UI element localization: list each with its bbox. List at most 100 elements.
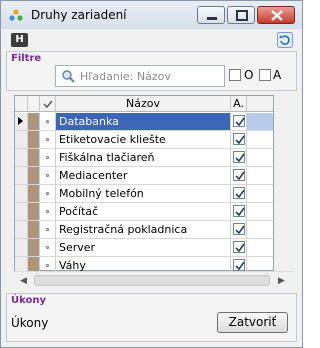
device-type-name[interactable]: Databanka (56, 113, 231, 130)
row-indicator[interactable] (15, 239, 28, 256)
device-type-name[interactable]: Registračná pokladnica (56, 221, 231, 238)
bullet-icon (46, 120, 49, 123)
row-indicator[interactable] (15, 221, 28, 238)
device-type-name[interactable]: Počítač (56, 203, 231, 220)
bullet-icon (46, 210, 49, 213)
filter-a-checkbox[interactable] (259, 69, 271, 81)
bullet-icon (46, 138, 49, 141)
checkmark-icon (235, 207, 245, 217)
table-row[interactable]: Mediacenter (15, 167, 273, 185)
bullet-icon (46, 246, 49, 249)
filter-a-label: A (273, 68, 282, 82)
app-icon (9, 9, 23, 21)
actions-caption: Úkony (11, 316, 49, 330)
row-filler-cell (247, 113, 273, 130)
row-color-stripe (28, 239, 40, 256)
table-row[interactable]: Fiškálna tlačiareň (15, 149, 273, 167)
checkbox-box[interactable] (233, 241, 245, 253)
row-filler-cell (247, 185, 273, 202)
minimize-button[interactable] (197, 6, 225, 24)
checkbox-box[interactable] (233, 187, 245, 199)
row-bullet (40, 221, 56, 238)
search-input[interactable]: Hľadanie: Názov (55, 65, 225, 87)
row-indicator[interactable] (15, 131, 28, 148)
actions-section-label: Úkony (11, 295, 47, 306)
active-checkbox[interactable] (231, 167, 247, 184)
table-row[interactable]: Mobilný telefón (15, 185, 273, 203)
row-indicator[interactable] (15, 167, 28, 184)
row-color-stripe (28, 203, 40, 220)
checkbox-box[interactable] (233, 223, 245, 235)
active-checkbox[interactable] (231, 203, 247, 220)
dialog-window: Druhy zariadení H Filtre Hľadanie: Názov… (0, 0, 303, 348)
maximize-icon (236, 10, 248, 21)
active-checkbox[interactable] (231, 239, 247, 256)
title-bar[interactable]: Druhy zariadení (1, 1, 302, 29)
bullet-icon (46, 174, 49, 177)
row-bullet (40, 113, 56, 130)
table-row[interactable]: Databanka (15, 113, 273, 131)
row-bullet (40, 203, 56, 220)
active-checkbox[interactable] (231, 185, 247, 202)
row-filler-cell (247, 167, 273, 184)
row-bullet (40, 149, 56, 166)
header-stripe-cell (28, 96, 40, 112)
help-button[interactable]: H (11, 33, 28, 47)
checkbox-box[interactable] (233, 259, 245, 271)
checkmark-icon (235, 171, 245, 181)
refresh-icon[interactable] (277, 32, 293, 48)
checkmark-icon (235, 135, 245, 145)
active-checkbox[interactable] (231, 221, 247, 238)
filter-section-label: Filtre (11, 53, 42, 64)
row-indicator[interactable] (15, 113, 28, 130)
device-type-name[interactable]: Etiketovacie kliešte (56, 131, 231, 148)
row-indicator[interactable] (15, 203, 28, 220)
header-check-cell[interactable] (40, 96, 56, 112)
active-checkbox[interactable] (231, 131, 247, 148)
checkbox-box[interactable] (233, 133, 245, 145)
window-title: Druhy zariadení (31, 8, 127, 22)
checkbox-box[interactable] (233, 151, 245, 163)
checkbox-box[interactable] (233, 115, 245, 127)
table-row[interactable]: Server (15, 239, 273, 257)
scroll-left-icon[interactable]: ◀ (20, 276, 27, 286)
row-bullet (40, 185, 56, 202)
filter-o-label: O (244, 68, 254, 82)
table-row[interactable]: Počítač (15, 203, 273, 221)
checkmark-icon (235, 243, 245, 253)
checkbox-box[interactable] (233, 205, 245, 217)
device-type-name[interactable]: Server (56, 239, 231, 256)
checkmark-icon (43, 100, 53, 109)
maximize-button[interactable] (227, 6, 255, 24)
close-window-button[interactable] (257, 6, 295, 24)
device-type-name[interactable]: Fiškálna tlačiareň (56, 149, 231, 166)
row-color-stripe (28, 221, 40, 238)
table-header: Názov A. (15, 96, 273, 112)
horizontal-scrollbar[interactable]: ◀ ▶ (14, 271, 294, 288)
row-color-stripe (28, 113, 40, 130)
table-row[interactable]: Etiketovacie kliešte (15, 131, 273, 149)
row-indicator[interactable] (15, 149, 28, 166)
row-indicator[interactable] (15, 185, 28, 202)
bullet-icon (46, 228, 49, 231)
column-header-name[interactable]: Názov (56, 96, 231, 112)
close-icon (271, 10, 283, 21)
active-checkbox[interactable] (231, 149, 247, 166)
scrollbar-thumb[interactable] (34, 275, 270, 286)
row-filler-cell (247, 221, 273, 238)
close-button[interactable]: Zatvoriť (217, 312, 288, 333)
checkbox-box[interactable] (233, 169, 245, 181)
device-type-name[interactable]: Mediacenter (56, 167, 231, 184)
scroll-right-icon[interactable]: ▶ (278, 276, 285, 286)
table-row[interactable]: Registračná pokladnica (15, 221, 273, 239)
row-color-stripe (28, 167, 40, 184)
row-filler-cell (247, 239, 273, 256)
active-checkbox[interactable] (231, 113, 247, 130)
row-bullet (40, 239, 56, 256)
filter-o-checkbox[interactable] (229, 69, 241, 81)
row-color-stripe (28, 149, 40, 166)
device-type-name[interactable]: Mobilný telefón (56, 185, 231, 202)
actions-section: Úkony Úkony Zatvoriť (6, 293, 297, 342)
bullet-icon (46, 156, 49, 159)
column-header-active[interactable]: A. (231, 96, 247, 112)
